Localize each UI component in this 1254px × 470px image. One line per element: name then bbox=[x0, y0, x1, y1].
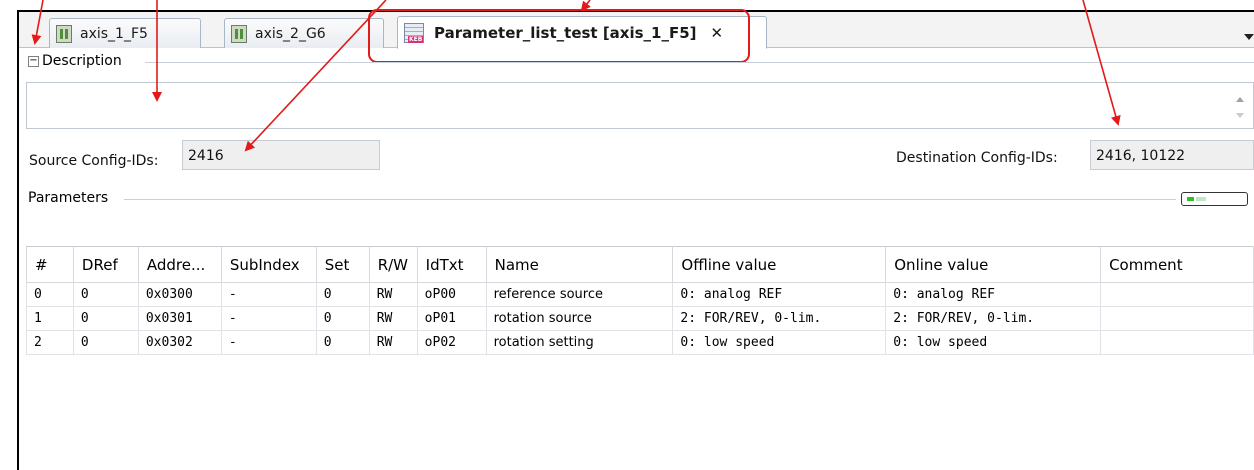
table-row[interactable]: 2 0 0x0302 - 0 RW oP02 rotation setting … bbox=[26, 330, 1254, 355]
cell-index: 0 bbox=[26, 282, 74, 307]
parameters-table: # DRef Addre... SubIndex Set R/W IdTxt N… bbox=[26, 246, 1254, 355]
tab-axis-2-g6[interactable]: axis_2_G6 bbox=[224, 18, 384, 48]
column-header-idtxt[interactable]: IdTxt bbox=[416, 246, 487, 283]
cell-offline-value[interactable]: 0: low speed bbox=[672, 330, 887, 355]
tab-list-dropdown-icon[interactable] bbox=[1244, 34, 1254, 40]
collapse-icon[interactable]: − bbox=[28, 55, 39, 67]
cell-name: reference source bbox=[485, 282, 674, 307]
cell-address: 0x0302 bbox=[137, 330, 222, 355]
cell-offline-value[interactable]: 2: FOR/REV, 0-lim. bbox=[672, 306, 887, 331]
cell-index: 2 bbox=[26, 330, 74, 355]
source-config-label: Source Config-IDs: bbox=[29, 153, 159, 169]
destination-config-label: Destination Config-IDs: bbox=[896, 150, 1058, 166]
cell-rw: RW bbox=[368, 330, 418, 355]
cell-offline-value[interactable]: 0: analog REF bbox=[672, 282, 887, 307]
cell-address: 0x0300 bbox=[137, 282, 222, 307]
editor-window bbox=[17, 10, 1254, 470]
cell-subindex: - bbox=[220, 306, 317, 331]
cell-comment[interactable] bbox=[1100, 282, 1254, 307]
column-header-address[interactable]: Addre... bbox=[137, 246, 222, 283]
column-header-offline-value[interactable]: Offline value bbox=[672, 246, 887, 283]
scroll-down-icon[interactable] bbox=[1236, 113, 1244, 118]
cell-subindex: - bbox=[220, 282, 317, 307]
cell-rw: RW bbox=[368, 306, 418, 331]
cell-online-value: 0: low speed bbox=[885, 330, 1102, 355]
cell-dref: 0 bbox=[72, 282, 139, 307]
column-header-set[interactable]: Set bbox=[315, 246, 370, 283]
tab-label: axis_1_F5 bbox=[80, 25, 148, 42]
column-header-dref[interactable]: DRef bbox=[72, 246, 139, 283]
cell-set: 0 bbox=[315, 306, 370, 331]
cell-online-value: 0: analog REF bbox=[885, 282, 1102, 307]
cell-set: 0 bbox=[315, 330, 370, 355]
column-header-comment[interactable]: Comment bbox=[1100, 246, 1254, 283]
cell-name: rotation setting bbox=[485, 330, 674, 355]
cell-index: 1 bbox=[26, 306, 74, 331]
column-header-index[interactable]: # bbox=[26, 246, 74, 283]
cell-idtxt: oP01 bbox=[416, 306, 487, 331]
group-divider bbox=[124, 199, 1176, 200]
table-row[interactable]: 1 0 0x0301 - 0 RW oP01 rotation source 2… bbox=[26, 306, 1254, 331]
cell-comment[interactable] bbox=[1100, 306, 1254, 331]
device-icon bbox=[56, 24, 72, 43]
column-header-online-value[interactable]: Online value bbox=[885, 246, 1102, 283]
tab-label: axis_2_G6 bbox=[255, 25, 326, 42]
cell-dref: 0 bbox=[72, 330, 139, 355]
description-header-label: Description bbox=[42, 53, 122, 69]
cell-dref: 0 bbox=[72, 306, 139, 331]
source-config-field[interactable]: 2416 bbox=[182, 140, 380, 170]
cell-rw: RW bbox=[368, 282, 418, 307]
cell-address: 0x0301 bbox=[137, 306, 222, 331]
tab-axis-1-f5[interactable]: axis_1_F5 bbox=[49, 18, 201, 48]
cell-idtxt: oP00 bbox=[416, 282, 487, 307]
scroll-up-icon[interactable] bbox=[1236, 97, 1244, 102]
cell-name: rotation source bbox=[485, 306, 674, 331]
column-header-name[interactable]: Name bbox=[485, 246, 674, 283]
description-header[interactable]: − Description bbox=[28, 53, 126, 69]
column-header-rw[interactable]: R/W bbox=[368, 246, 418, 283]
device-icon bbox=[231, 24, 247, 43]
cell-set: 0 bbox=[315, 282, 370, 307]
destination-config-field[interactable]: 2416, 10122 bbox=[1090, 140, 1254, 170]
online-status-icon[interactable] bbox=[1181, 192, 1248, 206]
table-row[interactable]: 0 0 0x0300 - 0 RW oP00 reference source … bbox=[26, 282, 1254, 307]
annotation-highlight bbox=[368, 9, 750, 63]
cell-comment[interactable] bbox=[1100, 330, 1254, 355]
table-header-row: # DRef Addre... SubIndex Set R/W IdTxt N… bbox=[26, 246, 1254, 283]
column-header-subindex[interactable]: SubIndex bbox=[220, 246, 317, 283]
group-divider bbox=[145, 62, 1254, 63]
cell-subindex: - bbox=[220, 330, 317, 355]
cell-online-value: 2: FOR/REV, 0-lim. bbox=[885, 306, 1102, 331]
description-textarea[interactable] bbox=[26, 82, 1254, 129]
cell-idtxt: oP02 bbox=[416, 330, 487, 355]
parameters-header: Parameters bbox=[28, 190, 113, 206]
